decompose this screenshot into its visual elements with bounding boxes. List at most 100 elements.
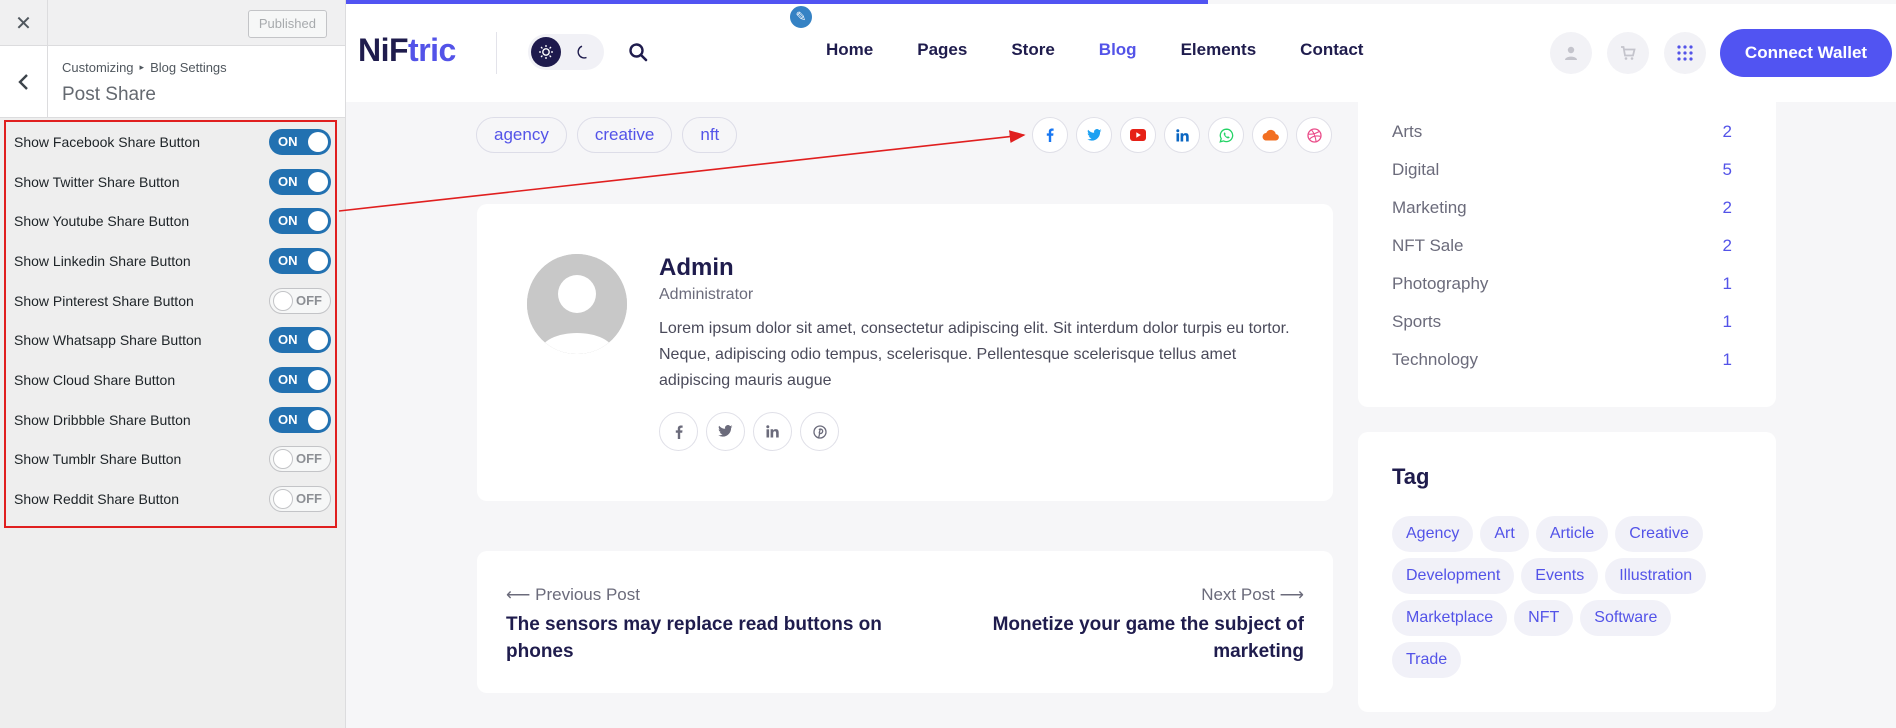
share-toggle[interactable]: ON [269,208,331,235]
share-option-row: Show Cloud Share Button ON [6,360,335,400]
tag-cloud-item[interactable]: Marketplace [1392,600,1508,636]
share-option-row: Show Twitter Share Button ON [6,162,335,202]
post-tags: agency creative nft [476,117,738,153]
moon-icon[interactable] [572,40,596,64]
author-bio: Lorem ipsum dolor sit amet, consectetur … [659,320,1290,389]
category-item[interactable]: Photography 1 [1392,274,1732,294]
next-post-text: Next Post [1201,585,1275,604]
categories-widget: Arts 2 Digital 5 Marketing 2 NFT Sale 2 Photogra… [1358,102,1776,407]
tag-cloud-item[interactable]: Software [1580,600,1672,636]
share-youtube-button[interactable] [1120,117,1156,153]
user-icon[interactable] [1550,32,1592,74]
share-toggle[interactable]: OFF [269,486,331,513]
tag-cloud-item[interactable]: Creative [1615,516,1703,552]
share-option-label: Show Youtube Share Button [14,213,190,230]
tag-cloud-item[interactable]: Art [1480,516,1529,552]
tag-cloud-item[interactable]: Agency [1392,516,1474,552]
author-linkedin-link[interactable] [753,412,792,451]
tag-cloud-item[interactable]: Article [1535,516,1609,552]
published-button[interactable]: Published [247,10,327,38]
site-preview: NiFtric Home Pages Store Blog Elements Contac… [346,0,1896,728]
edit-pencil-icon[interactable]: ✎ [788,4,814,30]
share-facebook-button[interactable] [1032,117,1068,153]
theme-toggle[interactable] [528,34,604,70]
share-twitter-button[interactable] [1076,117,1112,153]
next-post-title[interactable]: Monetize your game the subject of market… [904,611,1304,665]
share-toggle[interactable]: ON [269,366,331,393]
category-name: Marketing [1392,198,1467,217]
category-name: Technology [1392,350,1479,369]
post-tag[interactable]: creative [576,117,673,153]
share-option-label: Show Twitter Share Button [14,173,180,190]
previous-post-label[interactable]: ⟵ Previous Post [506,585,640,605]
twitter-icon [1086,128,1102,142]
post-tag[interactable]: agency [476,117,567,153]
tag-cloud-item[interactable]: Illustration [1605,558,1707,594]
share-dribbble-button[interactable] [1296,117,1332,153]
category-item[interactable]: Sports 1 [1392,312,1732,332]
grid-menu-icon[interactable] [1664,32,1706,74]
cart-icon[interactable] [1607,32,1649,74]
share-toggle[interactable]: ON [269,168,331,195]
share-linkedin-button[interactable] [1164,117,1200,153]
share-toggle[interactable]: ON [269,247,331,274]
site-logo[interactable]: NiFtric [358,32,456,69]
share-toggle[interactable]: OFF [269,287,331,314]
category-item[interactable]: Marketing 2 [1392,198,1732,218]
nav-item-blog[interactable]: Blog [1099,40,1137,60]
breadcrumb-separator-icon: ▸ [139,62,145,72]
close-icon[interactable]: ✕ [0,0,48,46]
connect-wallet-button[interactable]: Connect Wallet [1720,29,1892,77]
category-item[interactable]: Arts 2 [1392,122,1732,142]
author-social-links [659,412,839,451]
author-facebook-link[interactable] [659,412,698,451]
author-name[interactable]: Admin [659,254,734,282]
share-option-label: Show Whatsapp Share Button [14,332,202,349]
share-option-label: Show Tumblr Share Button [14,451,182,468]
site-header: NiFtric Home Pages Store Blog Elements Contac… [346,4,1896,102]
share-option-row: Show Reddit Share Button OFF [6,479,335,519]
tag-cloud-item[interactable]: Events [1521,558,1599,594]
customizer-topbar: ✕ Published [0,0,345,46]
previous-post-title[interactable]: The sensors may replace read buttons on … [506,611,906,665]
share-option-row: Show Youtube Share Button ON [6,201,335,241]
author-pinterest-link[interactable] [800,412,839,451]
search-icon[interactable] [624,38,652,66]
tag-cloud-item[interactable]: Development [1392,558,1515,594]
category-item[interactable]: NFT Sale 2 [1392,236,1732,256]
category-name: Arts [1392,122,1423,141]
tag-cloud-item[interactable]: Trade [1392,642,1462,678]
nav-item-contact[interactable]: Contact [1300,40,1363,60]
share-toggle[interactable]: ON [269,128,331,155]
section-title: Post Share [62,84,156,105]
share-toggle[interactable]: ON [269,406,331,433]
category-count: 5 [1722,160,1732,179]
header-divider [496,32,497,74]
toggle-knob [273,290,293,311]
linkedin-icon [1175,128,1189,142]
share-toggle[interactable]: ON [269,327,331,354]
next-post-label[interactable]: Next Post ⟶ [1201,585,1304,605]
toggle-knob [308,330,328,351]
back-arrow-icon[interactable] [0,46,48,118]
tag-cloud-item[interactable]: NFT [1514,600,1574,636]
share-cloud-button[interactable] [1252,117,1288,153]
toggle-state-text: ON [278,371,298,387]
post-tag[interactable]: nft [682,117,738,153]
cloud-icon [1261,129,1279,141]
nav-item-pages[interactable]: Pages [917,40,967,60]
category-item[interactable]: Digital 5 [1392,160,1732,180]
sun-icon[interactable] [531,37,561,67]
share-whatsapp-button[interactable] [1208,117,1244,153]
share-option-row: Show Linkedin Share Button ON [6,241,335,281]
category-count: 1 [1722,274,1732,293]
nav-item-elements[interactable]: Elements [1181,40,1257,60]
author-twitter-link[interactable] [706,412,745,451]
nav-item-store[interactable]: Store [1011,40,1054,60]
category-item[interactable]: Technology 1 [1392,350,1732,370]
twitter-icon [718,425,733,438]
share-toggle[interactable]: OFF [269,446,331,473]
toggle-state-text: ON [278,252,298,268]
category-name: Sports [1392,312,1442,331]
nav-item-home[interactable]: Home [826,40,873,60]
